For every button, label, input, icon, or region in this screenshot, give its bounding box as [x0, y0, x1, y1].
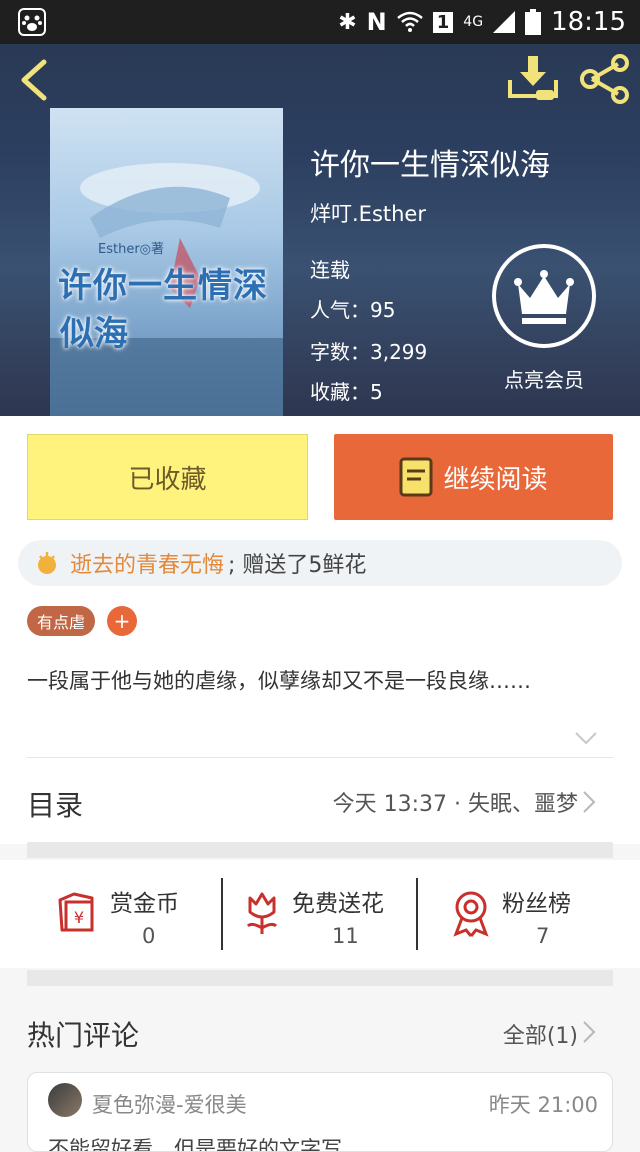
vip-button[interactable]: [492, 244, 596, 348]
comment-user[interactable]: 夏色弥漫-爱很美: [92, 1089, 247, 1119]
comment-time: 昨天 21:00: [488, 1093, 598, 1117]
download-icon[interactable]: [506, 54, 560, 102]
avatar[interactable]: [48, 1083, 82, 1117]
flower-badge-icon: [38, 552, 56, 574]
gift-user[interactable]: 逝去的青春无悔: [70, 547, 224, 579]
book-description: 一段属于他与她的虐缘，似孽缘却又不是一段良缘……: [27, 669, 531, 693]
stat-fans-value: 7: [536, 924, 550, 948]
toc-label[interactable]: 目录: [27, 784, 83, 824]
chevron-down-icon[interactable]: [574, 730, 598, 746]
stat-flowers-label: 免费送花: [292, 891, 384, 917]
vip-label[interactable]: 点亮会员: [488, 364, 600, 393]
battery-icon: [525, 9, 542, 35]
flower-icon: [246, 892, 278, 934]
ribbon-icon: [453, 891, 489, 937]
section-separator: [27, 970, 613, 986]
divider: [27, 757, 613, 758]
paw-icon: [18, 8, 46, 36]
svg-text:¥: ¥: [74, 908, 84, 927]
gift-message: ; 赠送了5鲜花: [228, 553, 367, 578]
signal-icon: [493, 11, 516, 33]
stat-flowers-value: 11: [332, 924, 359, 948]
continue-reading-label: 继续阅读: [443, 464, 548, 495]
section-separator: [27, 842, 613, 858]
back-arrow-icon[interactable]: [14, 56, 56, 104]
stat-reward-value: 0: [142, 924, 156, 948]
book-popularity: 人气：95: [310, 298, 396, 322]
book-status: 连载: [310, 258, 350, 282]
share-icon[interactable]: [578, 54, 632, 104]
comment-text: 不能留好看，但是要好的文字写: [48, 1137, 342, 1152]
reward-coin-icon: ¥: [58, 892, 94, 932]
toc-latest-chapter[interactable]: 今天 13:37 · 失眠、噩梦: [333, 786, 578, 818]
gift-banner[interactable]: 逝去的青春无悔 ; 赠送了5鲜花: [18, 540, 622, 586]
network-type: 4G: [463, 14, 484, 30]
book-header: Esther◎著 许你一生情深 似海 许你一生情深似海 烊叮.Esther 连载…: [0, 44, 640, 416]
book-title: 许你一生情深似海: [310, 148, 550, 183]
book-favorites: 收藏：5: [310, 380, 383, 404]
bluetooth-icon: ✱: [338, 9, 357, 35]
crown-icon: [514, 270, 574, 324]
sim-indicator: 1: [432, 11, 454, 33]
cover-title-line2: 似海: [60, 314, 128, 354]
book-icon: [399, 457, 433, 497]
book-word-count: 字数：3,299: [310, 340, 428, 364]
cover-title-line1: 许你一生情深: [58, 266, 268, 306]
stat-separator: [221, 878, 223, 950]
stat-fans-label: 粉丝榜: [502, 891, 571, 917]
status-bar: ✱ N 1 4G 18:15: [0, 0, 640, 44]
hot-comments-title: 热门评论: [27, 1019, 140, 1052]
chevron-right-icon[interactable]: [582, 1020, 596, 1044]
add-tag-button[interactable]: +: [107, 606, 137, 636]
nfc-icon: N: [366, 8, 387, 36]
chevron-right-icon[interactable]: [582, 790, 596, 814]
favorited-button[interactable]: 已收藏: [27, 434, 308, 520]
book-cover[interactable]: Esther◎著 许你一生情深 似海: [50, 108, 283, 416]
stat-separator: [416, 878, 418, 950]
comment-card[interactable]: 夏色弥漫-爱很美 昨天 21:00 不能留好看，但是要好的文字写: [27, 1072, 613, 1152]
cover-author: Esther◎著: [98, 242, 165, 257]
tag-chip[interactable]: 有点虐: [27, 606, 96, 636]
continue-reading-button[interactable]: 继续阅读: [334, 434, 613, 520]
wifi-icon: [396, 11, 423, 32]
stat-reward-label: 赏金币: [110, 891, 179, 917]
all-comments-link[interactable]: 全部(1): [503, 1018, 578, 1050]
stat-reward[interactable]: ¥ 赏金币 0: [54, 878, 214, 950]
stat-fans[interactable]: 粉丝榜 7: [450, 878, 600, 950]
stat-flowers[interactable]: 免费送花 11: [242, 878, 412, 950]
clock: 18:15: [551, 7, 626, 37]
book-author[interactable]: 烊叮.Esther: [310, 198, 426, 228]
